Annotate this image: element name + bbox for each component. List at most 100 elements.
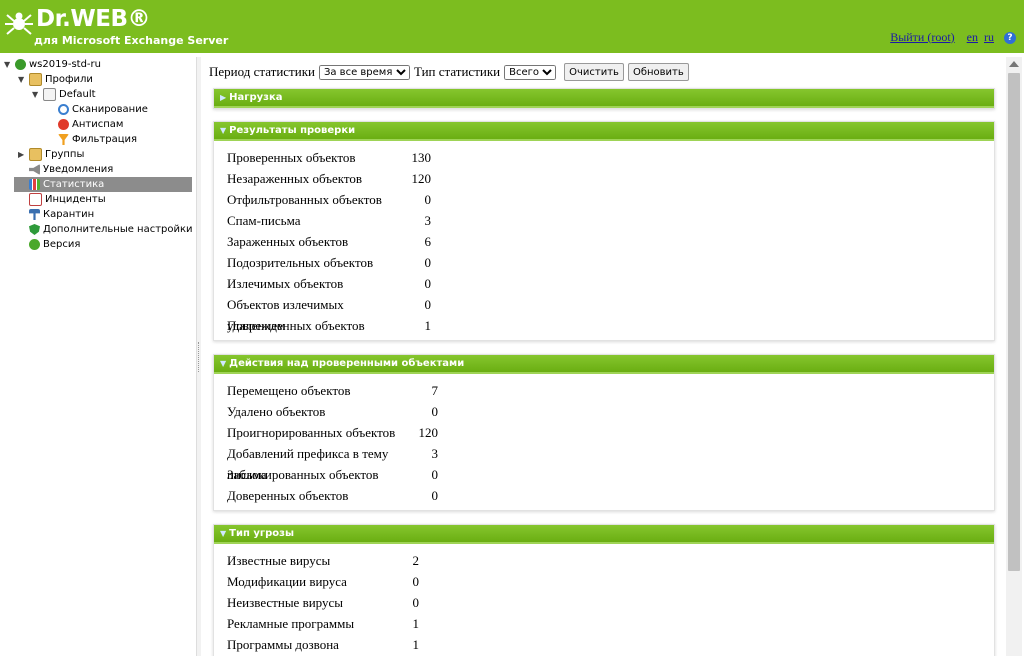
stat-label: Рекламные программы (227, 616, 355, 631)
shield-icon (29, 224, 40, 235)
panel-title: Нагрузка (229, 92, 283, 103)
pane-splitter[interactable] (196, 57, 201, 656)
clear-button[interactable]: Очистить (564, 63, 624, 81)
scroll-up-arrow-icon[interactable] (1009, 61, 1019, 67)
stat-value: 0 (424, 255, 432, 270)
stat-label: Доверенных объектов (227, 488, 349, 503)
lang-ru-link[interactable]: ru (984, 30, 994, 45)
stat-value: 120 (418, 425, 439, 440)
period-select[interactable]: За все время (318, 64, 410, 80)
magnifier-icon (58, 104, 69, 115)
stat-row: Доверенных объектов 0 (227, 485, 994, 506)
actions-panel-header[interactable]: ▼ Действия над проверенными объектами (214, 355, 994, 374)
type-select[interactable]: Всего (504, 64, 557, 80)
stat-value: 0 (431, 404, 439, 419)
splitter-grip[interactable] (198, 342, 201, 372)
statistics-toolbar: Период статистики За все время Тип стати… (209, 63, 689, 81)
stat-row: Подозрительных объектов 0 (227, 252, 994, 273)
stat-row: Отфильтрованных объектов 0 (227, 189, 994, 210)
stat-row: Излечимых объектов 0 (227, 273, 994, 294)
statistics-content: Период статистики За все время Тип стати… (204, 57, 1004, 656)
scrollbar-thumb[interactable] (1008, 73, 1020, 571)
navigation-tree: ▼ ws2019-std-ru ▼ Профили ▼ Default Скан… (0, 57, 196, 656)
funnel-icon (58, 134, 69, 145)
stat-value: 2 (412, 553, 420, 568)
collapse-arrow-icon: ▼ (220, 126, 227, 135)
actions-panel: ▼ Действия над проверенными объектами Пер… (213, 354, 995, 511)
stat-label: Перемещено объектов (227, 383, 351, 398)
chart-icon (29, 179, 40, 190)
vertical-scrollbar[interactable] (1006, 57, 1022, 656)
stat-row: Перемещено объектов 7 (227, 380, 994, 401)
collapse-arrow-icon: ▼ (220, 529, 227, 538)
tree-item-label: Профили (45, 74, 93, 85)
spider-logo-icon (5, 12, 33, 35)
type-label: Тип статистики (413, 64, 501, 79)
panel-title: Результаты проверки (229, 125, 356, 136)
tree-item-filter[interactable]: Фильтрация (58, 132, 137, 147)
stat-row: Проигнорированных объектов 120 (227, 422, 994, 443)
tree-item-scan[interactable]: Сканирование (58, 102, 148, 117)
tree-item-label: Версия (43, 239, 81, 250)
stat-label: Проигнорированных объектов (227, 425, 396, 440)
tree-item-notifications[interactable]: Уведомления (29, 162, 113, 177)
expand-arrow-icon: ▶ (220, 93, 227, 102)
stat-value: 1 (424, 318, 432, 333)
brand-subtitle: для Microsoft Exchange Server (34, 34, 229, 47)
stat-value: 0 (431, 467, 439, 482)
brand-name: Dr.WEB® (36, 6, 151, 32)
stat-label: Незараженных объектов (227, 171, 363, 186)
stat-value: 1 (412, 616, 420, 631)
tree-item-version[interactable]: Версия (29, 237, 80, 252)
tree-item-profiles[interactable]: ▼ Профили (18, 72, 93, 87)
stat-value: 0 (424, 297, 432, 312)
quarantine-icon (29, 209, 40, 220)
stat-label: Неизвестные вирусы (227, 595, 343, 610)
stat-value: 0 (424, 192, 432, 207)
stat-label: Объектов излечимых удалением (227, 297, 344, 333)
load-panel-header[interactable]: ▶ Нагрузка (214, 89, 994, 108)
stat-label: Зараженных объектов (227, 234, 349, 249)
expand-arrow-icon[interactable]: ▼ (32, 87, 40, 102)
panel-title: Действия над проверенными объектами (229, 358, 465, 369)
threats-rows: Известные вирусы 2 Модификации вируса 0 Неиз… (214, 544, 994, 655)
stat-row: Рекламные программы 1 (227, 613, 994, 634)
tree-item-label: Карантин (43, 209, 95, 220)
threats-panel-header[interactable]: ▼ Тип угрозы (214, 525, 994, 544)
tree-item-statistics[interactable]: Статистика (14, 177, 192, 192)
collapse-arrow-icon[interactable]: ▶ (18, 147, 26, 162)
stat-row: Поврежденных объектов 1 (227, 315, 994, 336)
stat-value: 3 (431, 446, 439, 461)
header-links: Выйти (root) en ru ? (878, 30, 1016, 45)
refresh-button[interactable]: Обновить (627, 63, 689, 81)
expand-arrow-icon[interactable]: ▼ (4, 57, 12, 72)
tree-item-advanced[interactable]: Дополнительные настройки (29, 222, 193, 237)
stat-row: Добавлений префикса в тему письма 3 (227, 443, 994, 482)
stat-value: 0 (424, 276, 432, 291)
stat-value: 0 (431, 488, 439, 503)
expand-arrow-icon[interactable]: ▼ (18, 72, 26, 87)
incident-icon (29, 193, 42, 206)
collapse-arrow-icon: ▼ (220, 359, 227, 368)
stat-label: Модификации вируса (227, 574, 347, 589)
tree-item-groups[interactable]: ▶ Группы (18, 147, 84, 162)
tree-item-quarantine[interactable]: Карантин (29, 207, 94, 222)
tree-item-default[interactable]: ▼ Default (32, 87, 96, 102)
stat-value: 0 (412, 595, 420, 610)
tree-item-antispam[interactable]: Антиспам (58, 117, 123, 132)
profile-icon (43, 88, 56, 101)
stat-label: Проверенных объектов (227, 150, 356, 165)
period-label: Период статистики (209, 64, 315, 79)
tree-item-label: Сканирование (72, 104, 148, 115)
folder-icon (29, 73, 42, 86)
tree-item-server[interactable]: ▼ ws2019-std-ru (4, 57, 101, 72)
results-panel-header[interactable]: ▼ Результаты проверки (214, 122, 994, 141)
help-icon[interactable]: ? (1004, 31, 1016, 44)
logout-link[interactable]: Выйти (root) (890, 30, 954, 45)
tree-item-incidents[interactable]: Инциденты (29, 192, 106, 207)
results-rows: Проверенных объектов 130 Незараженных объе… (214, 141, 994, 336)
app-header: Dr.WEB® для Microsoft Exchange Server Вы… (0, 0, 1024, 53)
lang-en-link[interactable]: en (967, 30, 978, 45)
stat-row: Удалено объектов 0 (227, 401, 994, 422)
stat-value: 130 (411, 150, 432, 165)
